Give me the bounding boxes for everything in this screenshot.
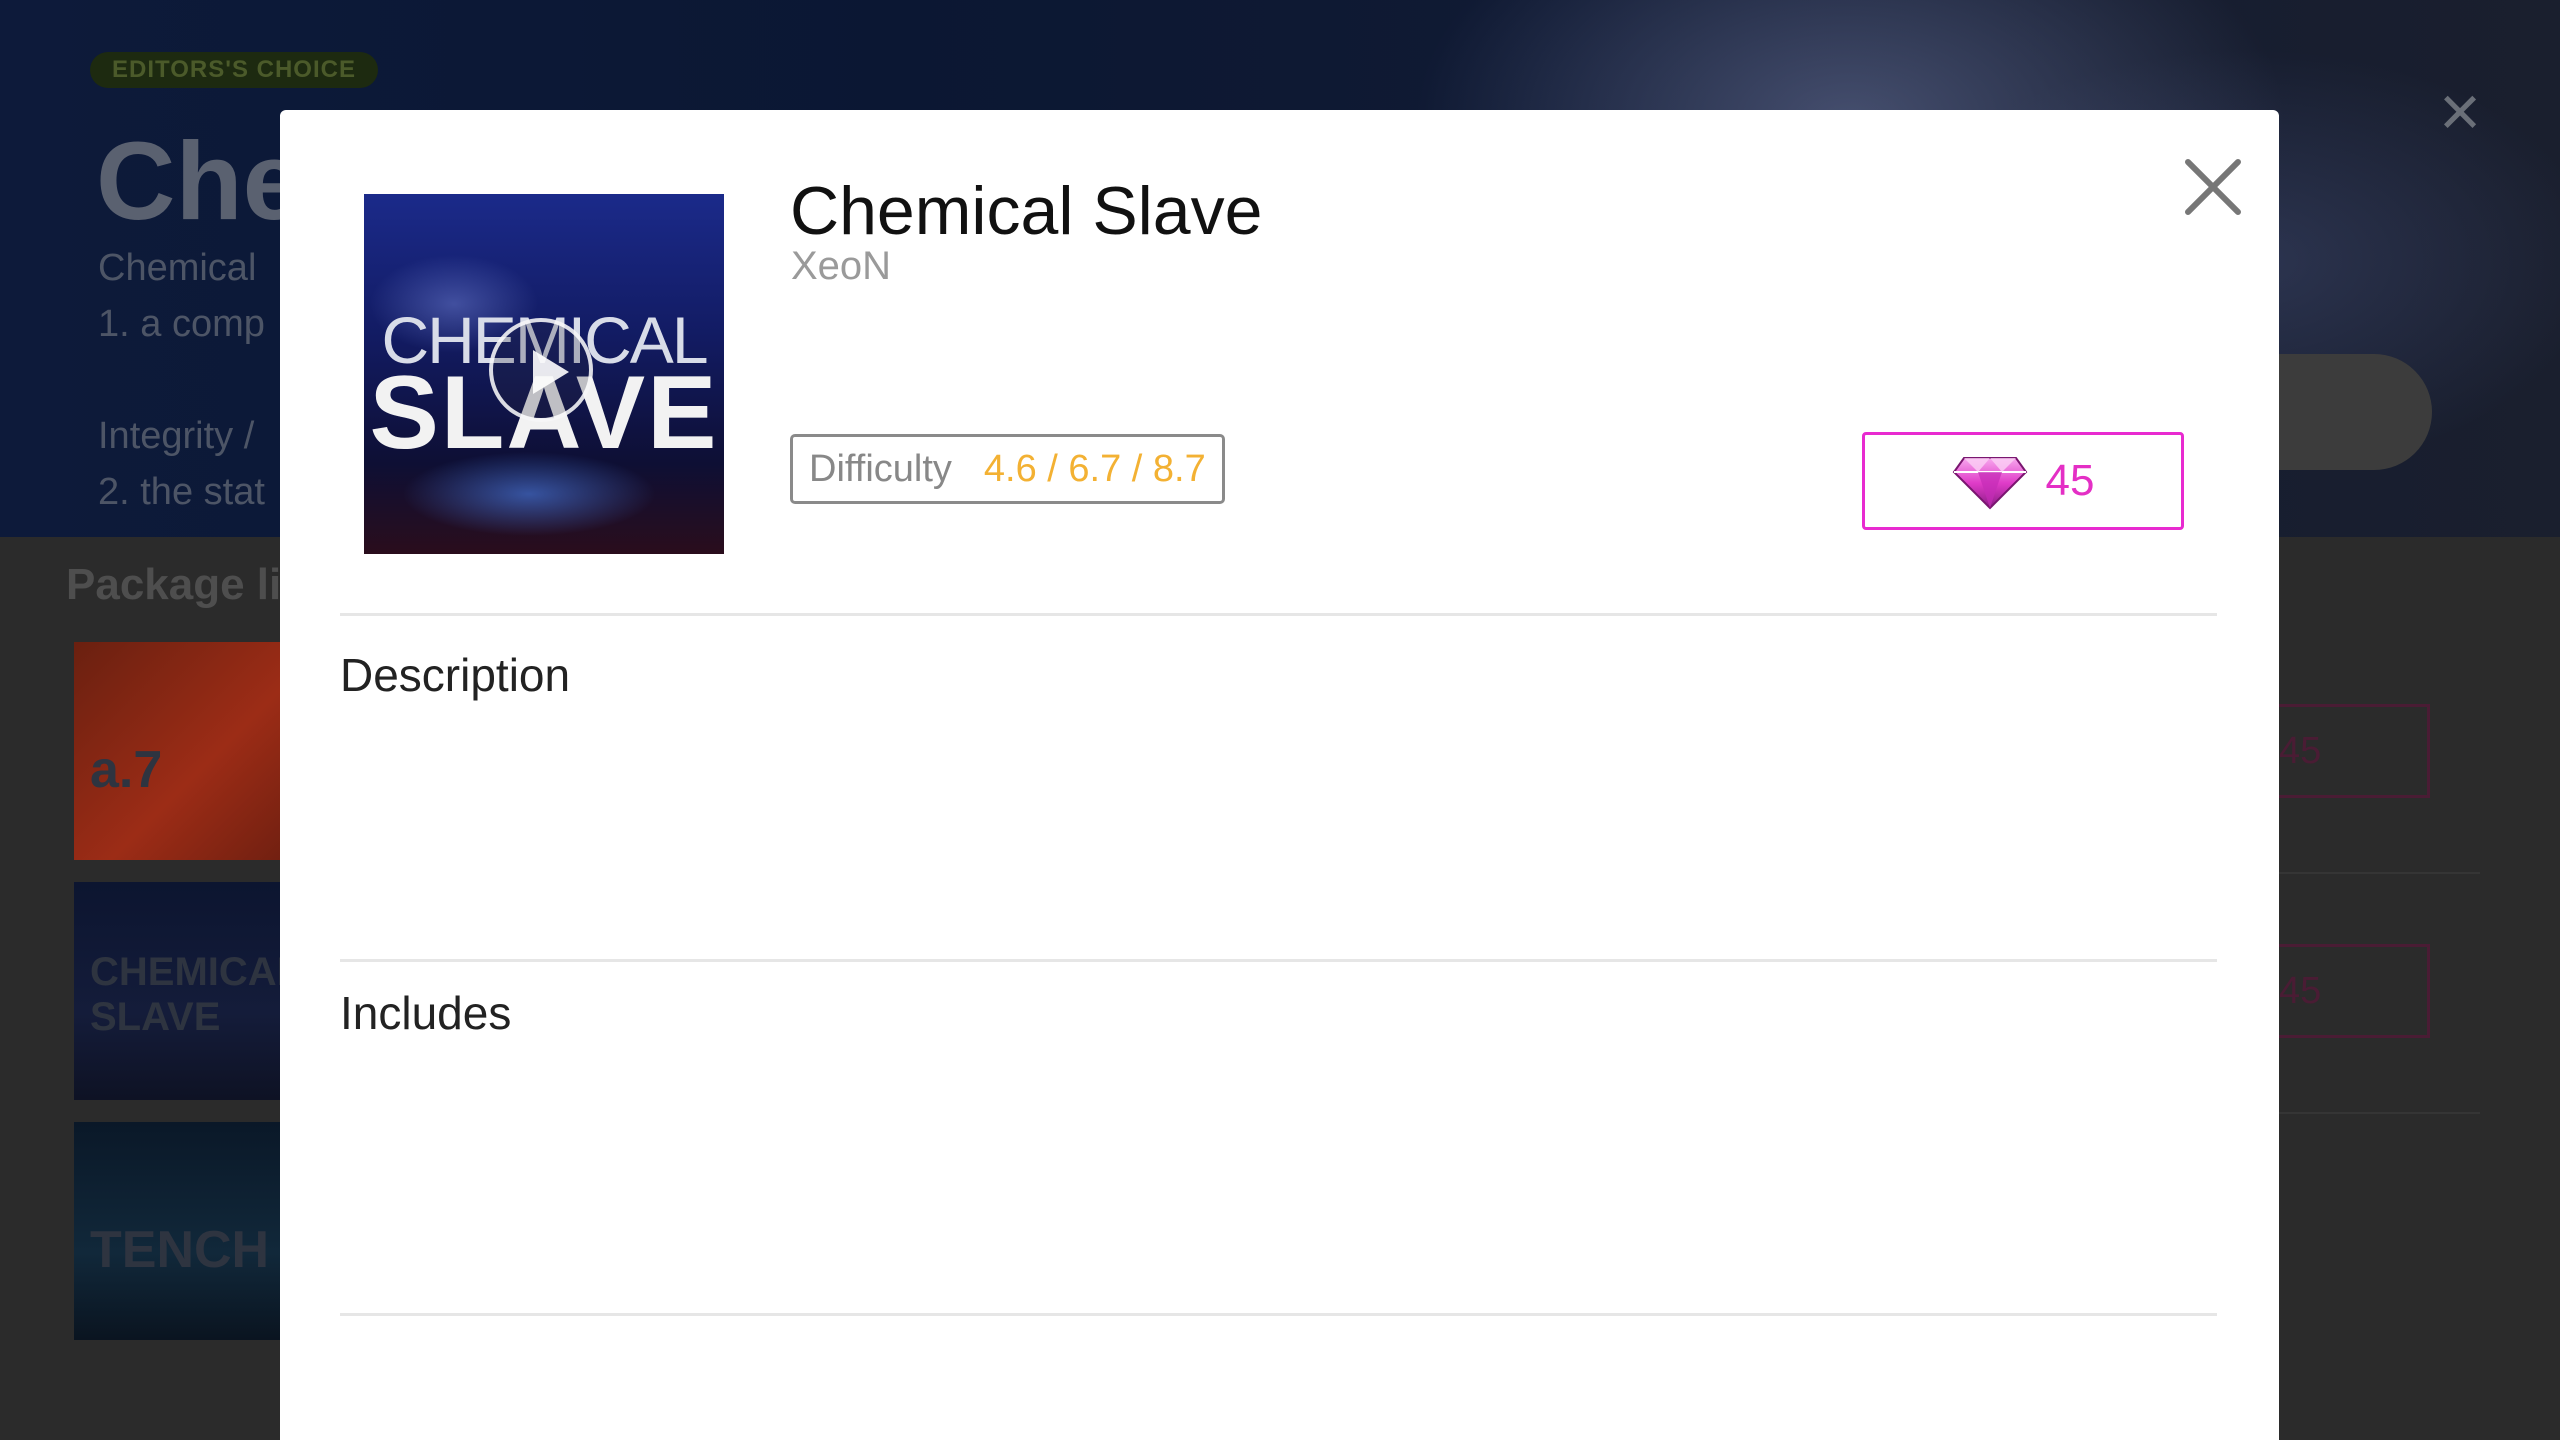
package-thumb-text: a.7 [90, 741, 163, 799]
song-artist: XeoN [791, 244, 892, 288]
gem-icon [1952, 457, 2027, 510]
difficulty-label: Difficulty [809, 447, 952, 490]
song-title: Chemical Slave [790, 173, 1263, 249]
hero-title: Che [96, 120, 304, 243]
section-divider [340, 613, 2217, 616]
close-icon[interactable] [2178, 152, 2248, 222]
buy-button[interactable]: 45 [1862, 432, 2184, 530]
section-divider [340, 959, 2217, 962]
hero-close-icon: × [2438, 72, 2482, 152]
buy-price: 45 [2045, 456, 2095, 505]
package-thumb-text: TENCH [90, 1221, 270, 1279]
package-list-title: Package li [66, 560, 282, 609]
difficulty-values: 4.6 / 6.7 / 8.7 [983, 447, 1206, 490]
includes-heading: Includes [340, 987, 512, 1039]
song-detail-modal: CHEMICAL SLAVE Chemical Slave XeoN Diffi… [280, 110, 2279, 1440]
play-icon[interactable] [489, 318, 593, 422]
album-cover: CHEMICAL SLAVE [364, 194, 724, 554]
editors-choice-badge: EDITORS'S CHOICE [90, 52, 378, 88]
difficulty-badge: Difficulty 4.6 / 6.7 / 8.7 [790, 434, 1225, 504]
section-divider [340, 1313, 2217, 1316]
description-heading: Description [340, 649, 571, 701]
